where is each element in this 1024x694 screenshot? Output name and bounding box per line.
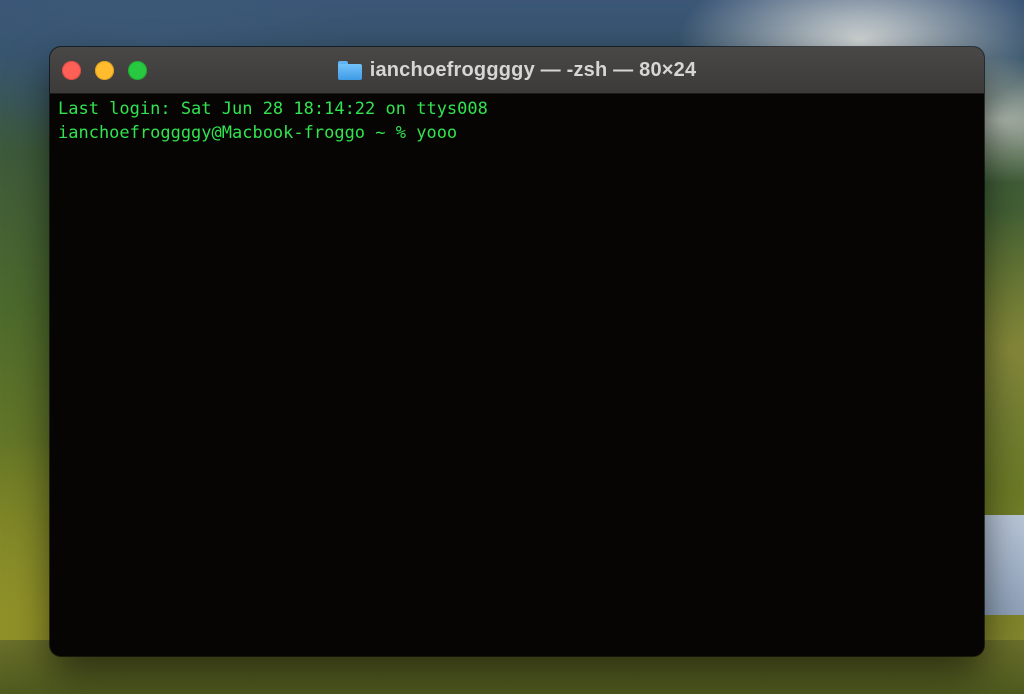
wallpaper-lake [984, 515, 1024, 615]
terminal-line-prompt: ianchoefroggggy@Macbook-froggo ~ % yooo [58, 123, 458, 143]
folder-icon [337, 60, 362, 80]
window-title: ianchoefroggggy — -zsh — 80×24 [50, 47, 984, 93]
terminal-line-login: Last login: Sat Jun 28 18:14:22 on ttys0… [58, 99, 488, 119]
terminal-content[interactable]: Last login: Sat Jun 28 18:14:22 on ttys0… [50, 94, 984, 656]
terminal-window[interactable]: ianchoefroggggy — -zsh — 80×24 Last logi… [50, 47, 984, 656]
window-title-text: ianchoefroggggy — -zsh — 80×24 [369, 58, 697, 81]
window-titlebar[interactable]: ianchoefroggggy — -zsh — 80×24 [50, 47, 984, 94]
